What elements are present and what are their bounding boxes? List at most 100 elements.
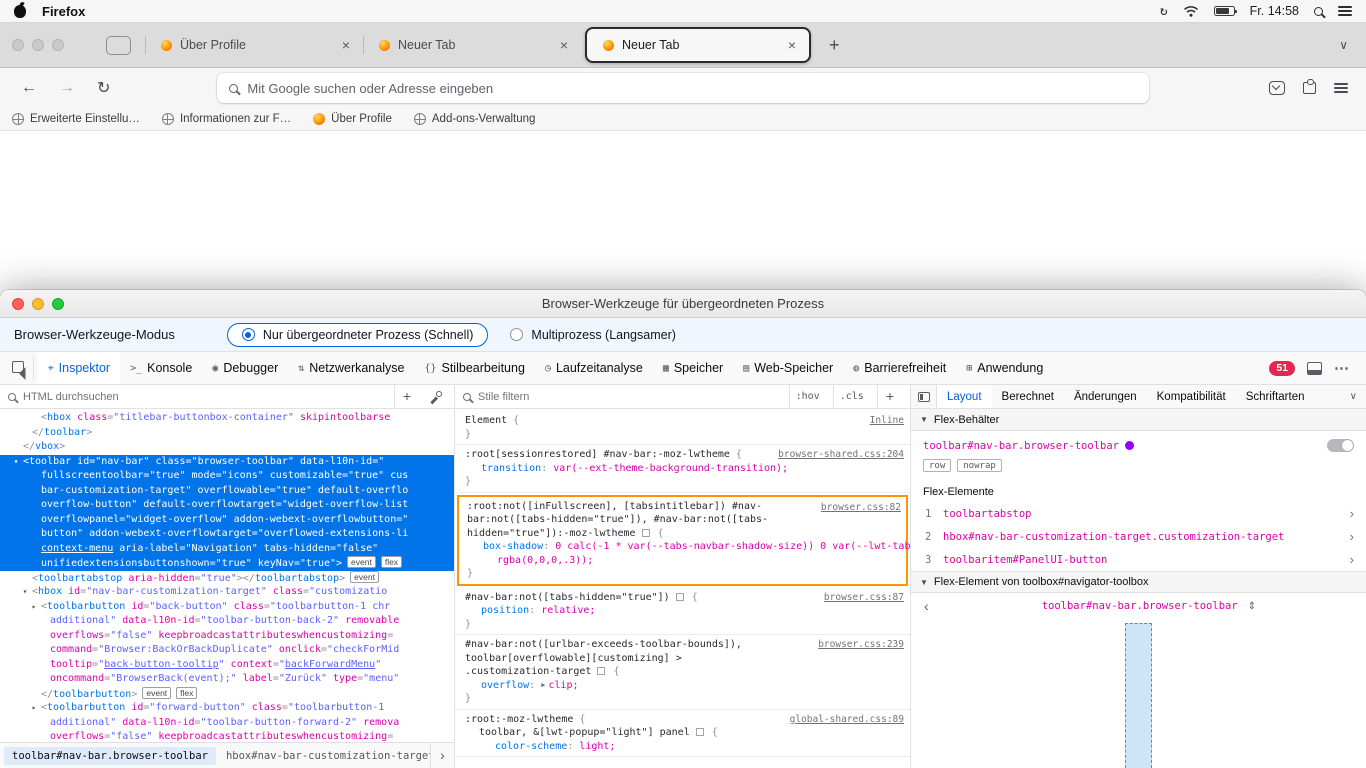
markup-line[interactable]: overflowpanel="widget-overflow" addon-we…	[0, 513, 454, 528]
flex-item-section-header[interactable]: ▼ Flex-Element von toolbox#navigator-too…	[911, 571, 1366, 593]
sidebar-toggle-icon[interactable]	[911, 385, 937, 408]
twisty-icon[interactable]: ▸	[29, 701, 39, 716]
tab-changes[interactable]: Änderungen	[1064, 385, 1147, 408]
markup-line[interactable]: bar-customization-target" overflowable="…	[0, 484, 454, 499]
highlight-matches-icon[interactable]	[597, 667, 605, 675]
markup-line[interactable]: additional" data-l10n-id="toolbar-button…	[0, 716, 454, 731]
devtools-tab-storage[interactable]: ▤Web-Speicher	[733, 352, 843, 384]
expand-icon[interactable]: ▶	[541, 681, 545, 689]
badge-flex[interactable]: flex	[176, 687, 197, 699]
close-window-button[interactable]	[12, 39, 24, 51]
markup-line[interactable]: button" addon-webext-overflowtarget="ove…	[0, 527, 454, 542]
minimize-window-button[interactable]	[32, 39, 44, 51]
minimize-window-button[interactable]	[32, 298, 44, 310]
markup-line[interactable]: </toolbarbutton>eventflex	[0, 687, 454, 702]
css-declaration[interactable]: overflow: ▶clip;	[465, 679, 904, 693]
markup-line[interactable]: ▸<toolbarbutton id="back-button" class="…	[0, 600, 454, 615]
close-window-button[interactable]	[12, 298, 24, 310]
urlbar[interactable]: Mit Google suchen oder Adresse eingeben	[217, 73, 1149, 103]
twisty-icon[interactable]: ▾	[11, 455, 21, 470]
devtools-tab-accessibility[interactable]: ◍Barrierefreiheit	[843, 352, 956, 384]
markup-line[interactable]: overflows="false" keepbroadcastattribute…	[0, 629, 454, 644]
back-button[interactable]: ←	[10, 79, 48, 97]
markup-search-input[interactable]: HTML durchsuchen	[23, 391, 387, 403]
markup-line[interactable]: </toolbar>	[0, 426, 454, 441]
badge-event[interactable]: event	[142, 687, 171, 699]
add-rule-button[interactable]: +	[877, 385, 902, 408]
element-picker-button[interactable]	[8, 356, 34, 380]
menubar-clock[interactable]: Fr. 14:58	[1250, 4, 1299, 18]
firefox-view-button[interactable]	[106, 36, 131, 55]
devtools-tab-debugger[interactable]: ◉Debugger	[202, 352, 288, 384]
tab-close-icon[interactable]: ×	[339, 37, 353, 53]
forward-button[interactable]: →	[48, 79, 86, 97]
battery-icon[interactable]	[1214, 6, 1235, 16]
markup-line[interactable]: tooltip="back-button-tooltip" context="b…	[0, 658, 454, 673]
twisty-icon[interactable]: ▾	[20, 585, 30, 600]
markup-line[interactable]: <hbox class="titlebar-buttonbox-containe…	[0, 411, 454, 426]
devtools-tab-application[interactable]: ⊞Anwendung	[956, 352, 1053, 384]
devtools-tab-performance[interactable]: ◷Laufzeitanalyse	[535, 352, 653, 384]
devtools-titlebar[interactable]: Browser-Werkzeuge für übergeordneten Pro…	[0, 290, 1366, 318]
devtools-tab-console[interactable]: >_Konsole	[120, 352, 202, 384]
sync-icon[interactable]: ↻	[1160, 4, 1168, 19]
highlight-matches-icon[interactable]	[696, 728, 704, 736]
new-tab-button[interactable]: +	[815, 35, 854, 56]
control-center-icon[interactable]	[1338, 6, 1352, 16]
toggle-pseudo-class-button[interactable]: :hov	[789, 385, 826, 408]
error-count-badge[interactable]: 51	[1269, 361, 1295, 376]
devtools-tab-memory[interactable]: ▦Speicher	[653, 352, 733, 384]
flex-container-selector[interactable]: toolbar#nav-bar.browser-toolbar	[923, 440, 1119, 452]
stylesheet-link[interactable]: global-shared.css:89	[790, 713, 904, 727]
markup-line[interactable]: fullscreentoolbar="true" mode="icons" cu…	[0, 469, 454, 484]
zoom-window-button[interactable]	[52, 39, 64, 51]
devtools-tab-style-editor[interactable]: {}Stilbearbeitung	[414, 352, 534, 384]
tab-close-icon[interactable]: ×	[785, 37, 799, 53]
css-declaration[interactable]: box-shadow: 0 calc(-1 * var(--tabs-navba…	[467, 540, 902, 567]
markup-line[interactable]: additional" data-l10n-id="toolbar-button…	[0, 614, 454, 629]
markup-line[interactable]: oncommand="BrowserBack(event);" label="Z…	[0, 672, 454, 687]
flex-highlight-toggle[interactable]	[1327, 439, 1354, 452]
flex-item[interactable]: 1toolbartabstop›	[911, 502, 1366, 525]
list-all-tabs-icon[interactable]: ∨	[1321, 38, 1366, 52]
markup-line[interactable]: <toolbartabstop aria-hidden="true"></too…	[0, 571, 454, 586]
toggle-class-panel-button[interactable]: .cls	[833, 385, 870, 408]
bookmark-item[interactable]: Add-ons-Verwaltung	[414, 113, 536, 125]
markup-line[interactable]: unifiedextensionsbuttonshown="true" keyN…	[0, 556, 454, 571]
flex-item-selector-dropdown[interactable]: toolbar#nav-bar.browser-toolbar ⇕	[940, 600, 1358, 612]
bookmark-item[interactable]: Erweiterte Einstellu…	[12, 113, 140, 125]
markup-line[interactable]: overflows="false" keepbroadcastattribute…	[0, 730, 454, 742]
wifi-icon[interactable]	[1183, 6, 1199, 17]
twisty-icon[interactable]: ▸	[29, 600, 39, 615]
css-declaration[interactable]: transition: var(--ext-theme-background-t…	[465, 462, 904, 476]
browser-tab[interactable]: Neuer Tab×	[363, 23, 581, 67]
zoom-window-button[interactable]	[52, 298, 64, 310]
split-console-icon[interactable]	[1307, 362, 1322, 375]
flex-item[interactable]: 3toolbaritem#PanelUI-button›	[911, 548, 1366, 571]
style-filter-input[interactable]: Stile filtern	[478, 391, 782, 403]
browser-tab[interactable]: Neuer Tab×	[585, 27, 811, 63]
bookmark-item[interactable]: Informationen zur F…	[162, 113, 291, 125]
tab-fonts[interactable]: Schriftarten	[1236, 385, 1315, 408]
sidebar-tabs-dropdown-icon[interactable]: ∨	[1341, 391, 1366, 402]
add-node-button[interactable]: +	[394, 385, 419, 408]
pocket-icon[interactable]	[1269, 81, 1285, 95]
mode-option-multiprocess[interactable]: Multiprozess (Langsamer)	[510, 328, 676, 342]
toolbox-meatball-menu[interactable]: ⋯	[1334, 359, 1350, 377]
previous-flex-item-icon[interactable]: ‹	[919, 598, 934, 614]
overlay-color-swatch[interactable]	[1125, 441, 1134, 450]
reload-button[interactable]: ↻	[86, 78, 121, 98]
tab-close-icon[interactable]: ×	[557, 37, 571, 53]
badge-flex[interactable]: flex	[381, 556, 402, 568]
stylesheet-link[interactable]: browser-shared.css:204	[778, 448, 904, 462]
breadcrumb-scroll-right-icon[interactable]: ›	[430, 743, 454, 768]
bookmark-item[interactable]: Über Profile	[313, 113, 392, 125]
badge-event[interactable]: event	[350, 571, 379, 583]
markup-line[interactable]: overflow-button" default-overflowtarget=…	[0, 498, 454, 513]
app-menu-icon[interactable]	[1334, 83, 1348, 93]
spotlight-icon[interactable]	[1314, 7, 1323, 16]
highlight-matches-icon[interactable]	[642, 529, 650, 537]
flex-item[interactable]: 2hbox#nav-bar-customization-target.custo…	[911, 525, 1366, 548]
markup-line[interactable]: ▸<toolbarbutton id="forward-button" clas…	[0, 701, 454, 716]
tab-compatibility[interactable]: Kompatibilität	[1147, 385, 1236, 408]
